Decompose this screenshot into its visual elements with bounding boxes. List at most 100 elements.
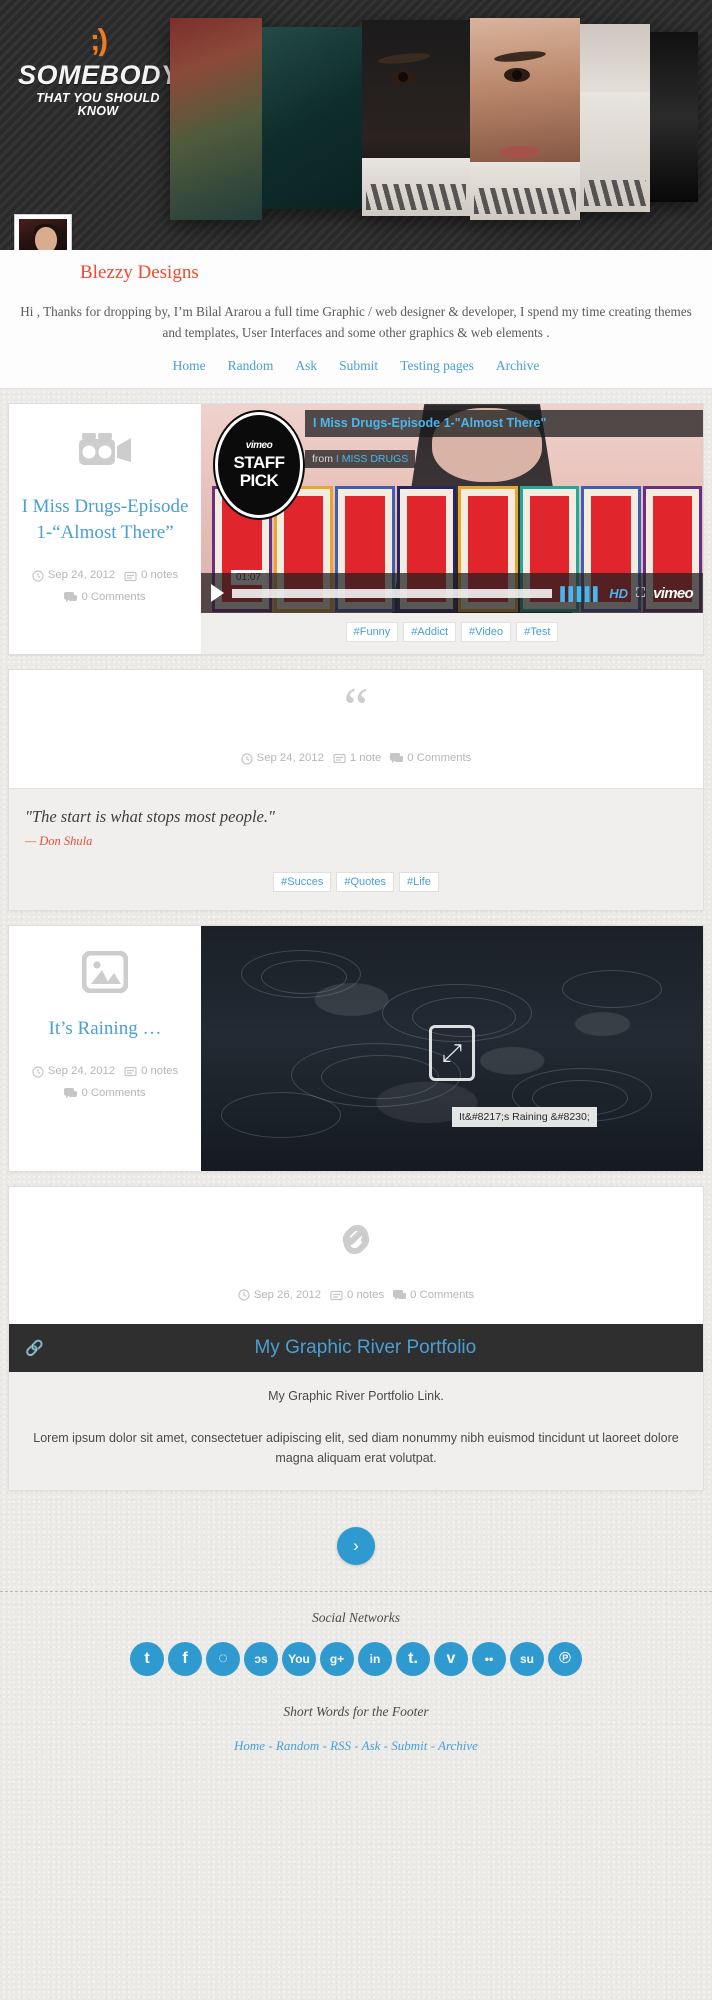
tag-item[interactable]: #Addict xyxy=(403,622,457,643)
post-photo: It’s Raining … Sep 24, 2012 0 notes 0 Co… xyxy=(8,924,704,1172)
quote-source: — Don Shula xyxy=(25,833,93,848)
tag-item[interactable]: #Life xyxy=(398,871,439,892)
page-title: Blezzy Designs xyxy=(80,262,199,283)
footer-nav-ask[interactable]: Ask xyxy=(362,1738,381,1753)
comment-icon xyxy=(64,1087,78,1098)
tumblr-icon[interactable]: t. xyxy=(396,1642,430,1677)
avatar[interactable] xyxy=(14,214,72,250)
googleplus-icon[interactable]: g+ xyxy=(320,1642,354,1677)
post-photo-meta: Sep 24, 2012 0 notes 0 Comments xyxy=(17,1061,193,1104)
linkedin-icon[interactable]: in xyxy=(358,1642,392,1677)
post-date: Sep 26, 2012 xyxy=(238,1285,321,1306)
social-networks-heading: Social Networks xyxy=(311,1610,401,1626)
zoom-expand-icon[interactable]: ⤢ xyxy=(429,1025,475,1081)
quote-text: "The start is what stops most people." xyxy=(25,806,275,826)
clock-icon xyxy=(241,753,253,765)
post-video-title[interactable]: I Miss Drugs-Episode 1-“Almost There” xyxy=(17,494,193,545)
tag-item[interactable]: #Funny xyxy=(345,622,399,643)
footer-short-words: Short Words for the Footer xyxy=(283,1704,429,1720)
site-logo[interactable]: ;) SOMEBODY THAT YOU SHOULD KNOW xyxy=(18,23,179,117)
wink-emoticon-icon: ;) xyxy=(89,23,107,58)
footer-nav-random[interactable]: Random xyxy=(276,1738,319,1753)
next-page-button[interactable]: › xyxy=(337,1527,375,1566)
link-lorem-text: Lorem ipsum dolor sit amet, consectetuer… xyxy=(33,1431,679,1466)
tag-item[interactable]: #Succes xyxy=(273,871,332,892)
post-quote: “ Sep 24, 2012 1 note 0 Comments "The st… xyxy=(8,669,704,911)
video-camera-icon xyxy=(17,422,193,478)
reblog-icon xyxy=(330,1290,343,1300)
pinterest-icon[interactable]: ℗ xyxy=(548,1642,582,1677)
post-video: I Miss Drugs-Episode 1-“Almost There” Se… xyxy=(8,403,704,656)
video-title-overlay[interactable]: I Miss Drugs-Episode 1-"Almost There" xyxy=(305,410,703,438)
banner-panel-5 xyxy=(580,24,650,212)
vimeo-icon[interactable]: v xyxy=(434,1642,468,1677)
rain-photo[interactable]: ⤢ It&#8217;s Raining &#8230; xyxy=(201,925,703,1171)
post-link: Sep 26, 2012 0 notes 0 Comments 🔗 My Gra… xyxy=(8,1185,704,1492)
chain-link-icon xyxy=(19,1209,693,1265)
comment-icon xyxy=(393,1289,407,1300)
video-scrubber[interactable] xyxy=(232,588,553,598)
banner-panel-3 xyxy=(362,20,470,216)
youtube-icon[interactable]: You xyxy=(282,1642,316,1677)
post-link-label[interactable]: My Graphic River Portfolio xyxy=(44,1337,687,1359)
stumbleupon-icon[interactable]: su xyxy=(510,1642,544,1677)
post-date: Sep 24, 2012 xyxy=(32,565,115,586)
clock-icon xyxy=(32,570,44,582)
video-source-link[interactable]: I MISS DRUGS xyxy=(336,453,408,465)
post-date: Sep 24, 2012 xyxy=(241,748,324,769)
tag-item[interactable]: #Video xyxy=(461,622,512,643)
clock-icon xyxy=(32,1066,44,1078)
hd-toggle[interactable]: HD xyxy=(609,586,628,601)
footer-nav-archive[interactable]: Archive xyxy=(438,1738,478,1753)
nav-item-random[interactable]: Random xyxy=(228,358,274,374)
nav-item-testing-pages[interactable]: Testing pages xyxy=(400,358,474,374)
twitter-icon[interactable]: t xyxy=(130,1642,164,1677)
dribbble-icon[interactable]: ◌ xyxy=(206,1642,240,1677)
nav-item-archive[interactable]: Archive xyxy=(496,358,539,374)
nav-item-submit[interactable]: Submit xyxy=(339,358,378,374)
link-description-text: My Graphic River Portfolio Link. xyxy=(268,1389,444,1404)
tag-item[interactable]: #Quotes xyxy=(336,871,394,892)
social-links: t f ◌ ɔs You g+ in t. v •• su ℗ xyxy=(0,1642,712,1677)
reblog-icon xyxy=(124,571,137,581)
post-notes: 0 notes xyxy=(124,1061,178,1082)
post-photo-title[interactable]: It’s Raining … xyxy=(17,1016,193,1042)
reblog-icon xyxy=(333,754,346,764)
footer-nav-separator: - xyxy=(319,1738,331,1754)
post-comments: 0 Comments xyxy=(64,1083,146,1104)
vimeo-watermark[interactable]: vimeo xyxy=(653,585,694,602)
video-controls: ▌▌▌▌▌ HD ⛶ vimeo xyxy=(201,573,703,614)
footer-nav-separator: - xyxy=(351,1738,362,1754)
chain-link-small-icon: 🔗 xyxy=(25,1340,44,1358)
post-video-media: vimeo STAFF PICK I Miss Drugs-Episode 1-… xyxy=(201,404,703,655)
footer-nav-rss[interactable]: RSS xyxy=(330,1738,351,1753)
tag-item[interactable]: #Test xyxy=(516,622,559,643)
pagination: › xyxy=(0,1505,712,1591)
post-video-meta: Sep 24, 2012 0 notes 0 Comments xyxy=(17,565,193,608)
post-video-info: I Miss Drugs-Episode 1-“Almost There” Se… xyxy=(9,404,201,655)
site-footer: Social Networks t f ◌ ɔs You g+ in t. v … xyxy=(0,1591,712,1780)
flickr-icon[interactable]: •• xyxy=(472,1642,506,1677)
post-link-bar[interactable]: 🔗 My Graphic River Portfolio xyxy=(9,1324,703,1373)
footer-nav-submit[interactable]: Submit xyxy=(391,1738,427,1753)
post-photo-media: ⤢ It&#8217;s Raining &#8230; xyxy=(201,925,703,1171)
main-navigation: Home Random Ask Submit Testing pages Arc… xyxy=(18,358,694,374)
photo-caption: It&#8217;s Raining &#8230; xyxy=(452,1106,597,1127)
lastfm-icon[interactable]: ɔs xyxy=(244,1642,278,1677)
site-header: ;) SOMEBODY THAT YOU SHOULD KNOW xyxy=(0,0,712,250)
post-comments: 0 Comments xyxy=(393,1285,474,1306)
nav-item-home[interactable]: Home xyxy=(173,358,206,374)
facebook-icon[interactable]: f xyxy=(168,1642,202,1677)
post-quote-header: “ Sep 24, 2012 1 note 0 Comments xyxy=(9,670,703,788)
footer-nav-home[interactable]: Home xyxy=(234,1738,265,1753)
nav-item-ask[interactable]: Ask xyxy=(295,358,317,374)
clock-icon xyxy=(238,1289,250,1301)
fullscreen-icon[interactable]: ⛶ xyxy=(636,585,645,601)
comment-icon xyxy=(64,592,78,603)
play-button-icon[interactable] xyxy=(211,584,224,603)
vimeo-player[interactable]: vimeo STAFF PICK I Miss Drugs-Episode 1-… xyxy=(201,404,703,614)
banner-panel-6 xyxy=(650,32,698,202)
footer-nav-separator: - xyxy=(427,1738,439,1754)
footer-navigation: Home - Random - RSS - Ask - Submit - Arc… xyxy=(0,1738,712,1754)
volume-icon[interactable]: ▌▌▌▌▌ xyxy=(560,586,602,601)
